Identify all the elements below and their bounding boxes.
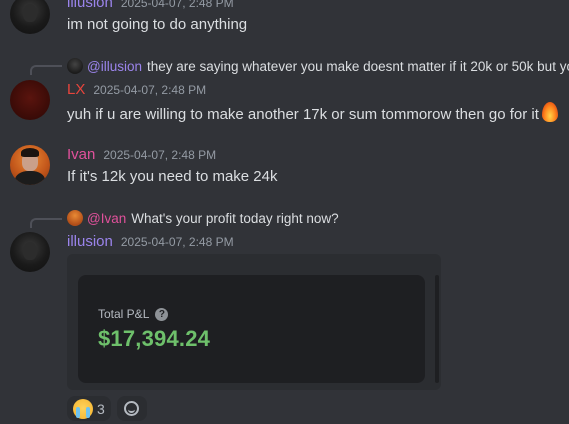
author-name[interactable]: Ivan <box>67 146 95 163</box>
illusion-mini-avatar <box>67 58 83 74</box>
reply-mention[interactable]: @illusion <box>87 59 142 74</box>
chat-message-list: illusion 2025-04-07, 2:48 PM im not goin… <box>0 0 569 424</box>
add-reaction-button[interactable] <box>116 396 147 421</box>
pnl-label-row: Total P&L ? <box>98 307 169 321</box>
reply-text: What's your profit today right now? <box>131 210 339 226</box>
pnl-card: Total P&L ? $17,394.24 <box>78 275 425 383</box>
illusion-avatar[interactable] <box>10 0 50 34</box>
reply-reference[interactable]: @illusion they are saying whatever you m… <box>67 58 569 74</box>
ivan-mini-avatar <box>67 210 83 226</box>
illusion-avatar[interactable] <box>10 232 50 272</box>
reply-reference[interactable]: @Ivan What's your profit today right now… <box>67 210 339 226</box>
reaction-bar: 3 <box>67 396 147 421</box>
reaction-sob[interactable]: 3 <box>67 396 111 421</box>
timestamp: 2025-04-07, 2:48 PM <box>120 0 234 10</box>
message-text: If it's 12k you need to make 24k <box>67 168 278 185</box>
reaction-count: 3 <box>97 400 105 417</box>
pnl-value: $17,394.24 <box>98 326 211 351</box>
fire-icon <box>541 102 558 122</box>
pnl-card-edge <box>435 275 439 383</box>
reply-text: they are saying whatever you make doesnt… <box>146 58 569 74</box>
sob-icon <box>73 398 93 419</box>
lx-avatar[interactable] <box>10 80 50 120</box>
author-name[interactable]: LX <box>67 81 85 98</box>
message-text: im not going to do anything <box>67 16 248 33</box>
reply-mention[interactable]: @Ivan <box>87 211 126 226</box>
help-icon[interactable]: ? <box>155 307 169 321</box>
timestamp: 2025-04-07, 2:48 PM <box>103 148 217 162</box>
timestamp: 2025-04-07, 2:48 PM <box>93 83 207 97</box>
message-text: yuh if u are willing to make another 17k… <box>67 106 539 123</box>
smiley-icon <box>124 401 140 416</box>
author-name[interactable]: illusion <box>67 233 113 250</box>
ivan-avatar[interactable] <box>10 145 50 185</box>
message-text-wrapper: yuh if u are willing to make another 17k… <box>67 102 558 123</box>
pnl-embed[interactable]: Total P&L ? $17,394.24 <box>67 254 441 390</box>
pnl-label: Total P&L <box>98 307 150 321</box>
author-name[interactable]: illusion <box>67 0 113 11</box>
reply-spine <box>30 65 62 75</box>
reply-spine <box>30 218 62 228</box>
timestamp: 2025-04-07, 2:48 PM <box>120 235 234 249</box>
